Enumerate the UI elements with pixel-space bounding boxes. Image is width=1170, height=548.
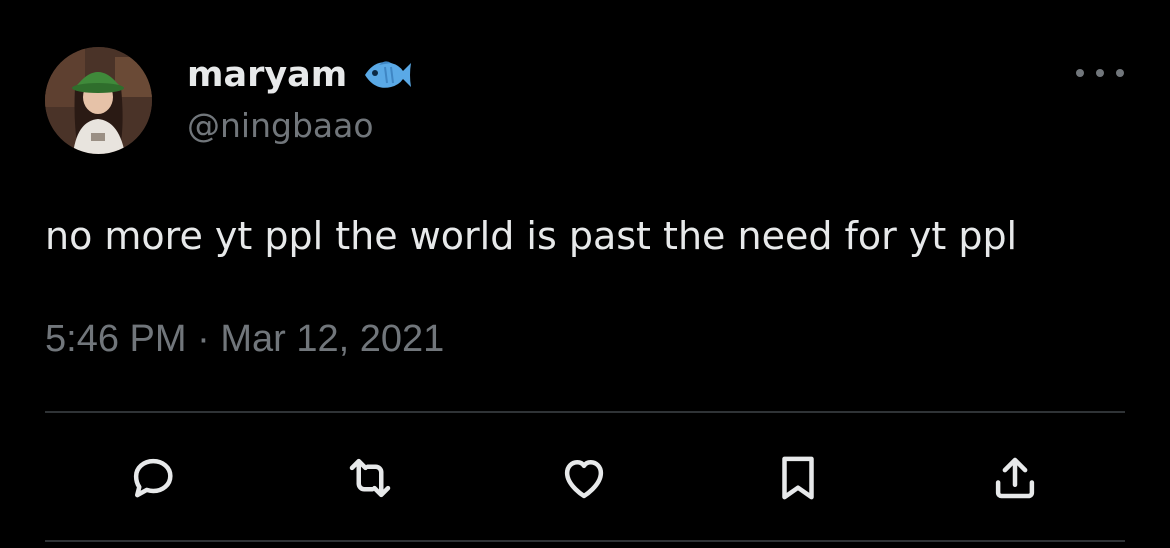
tweet-date[interactable]: Mar 12, 2021 [220,318,444,360]
tweet-card: maryam @ningbaao no more yt ppl the worl… [0,0,1170,548]
more-options-icon[interactable] [1076,60,1124,86]
timestamp-separator: · [197,318,210,360]
bookmark-button[interactable] [766,446,830,510]
avatar[interactable] [45,47,152,154]
avatar-image [45,47,152,154]
action-bar [0,446,1170,510]
display-name[interactable]: maryam [187,55,347,95]
retweet-icon [349,458,391,498]
tweet-time[interactable]: 5:46 PM [45,318,187,360]
bookmark-icon [782,456,814,500]
divider [45,411,1125,413]
divider [45,540,1125,542]
author-name-row[interactable]: maryam [187,52,413,98]
heart-icon [564,460,604,499]
retweet-button[interactable] [338,446,402,510]
tweet-timestamp[interactable]: 5:46 PM · Mar 12, 2021 [45,318,444,361]
share-button[interactable] [983,446,1047,510]
reply-button[interactable] [121,446,185,510]
reply-icon [133,458,173,498]
share-icon [995,457,1035,499]
tweet-text: no more yt ppl the world is past the nee… [45,214,1018,258]
fish-emoji-icon [361,55,413,95]
author-handle[interactable]: @ningbaao [187,106,374,145]
like-button[interactable] [552,446,616,510]
